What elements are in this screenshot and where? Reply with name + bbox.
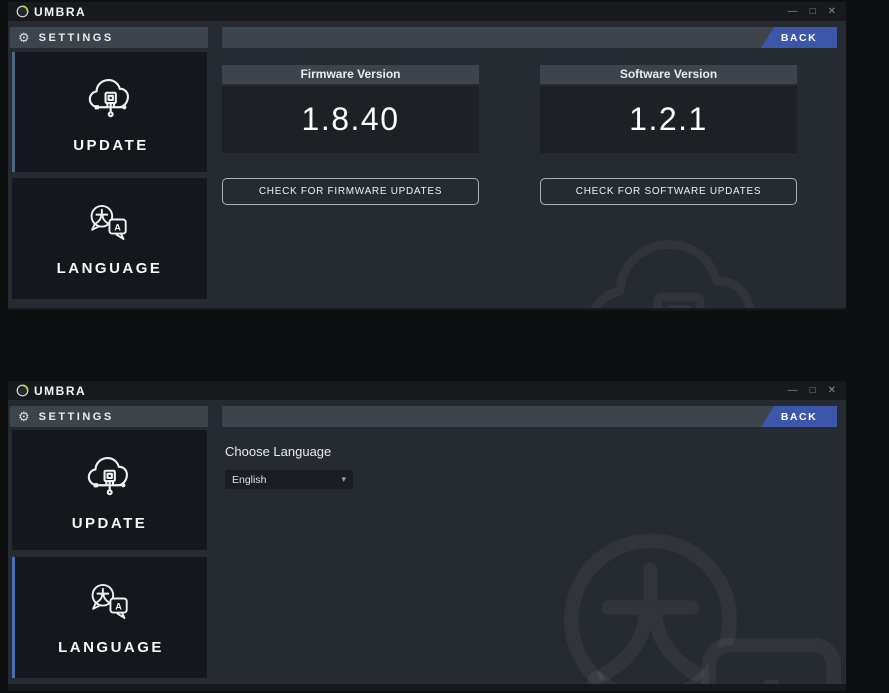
window-settings-language: UMBRA — □ ✕ A ⚙ SETTINGS BACK <box>8 381 846 691</box>
minimize-icon[interactable]: — <box>788 385 798 396</box>
umbra-logo-icon <box>16 384 29 397</box>
check-firmware-updates-button[interactable]: CHECK FOR FIRMWARE UPDATES <box>222 178 479 205</box>
language-watermark-icon: A <box>564 533 842 689</box>
back-button[interactable]: BACK <box>761 406 837 427</box>
settings-header: ⚙ SETTINGS <box>10 406 208 427</box>
minimize-icon[interactable]: — <box>788 6 798 17</box>
software-version-header: Software Version <box>540 65 797 84</box>
toolbar: BACK <box>222 406 837 427</box>
sidebar-item-update[interactable]: UPDATE <box>12 52 207 172</box>
cloud-update-icon <box>87 456 128 495</box>
svg-text:A: A <box>115 601 122 611</box>
language-dropdown[interactable]: English ▾ <box>225 470 353 489</box>
app-logo: UMBRA <box>16 384 86 398</box>
firmware-version-panel: 1.8.40 <box>222 86 479 153</box>
window-controls: — □ ✕ <box>788 385 836 396</box>
umbra-logo-icon <box>16 5 29 18</box>
choose-language-label: Choose Language <box>225 444 332 459</box>
sidebar-item-language[interactable]: A LANGUAGE <box>12 557 207 678</box>
language-icon: A <box>91 584 128 619</box>
window-body: A ⚙ SETTINGS BACK UPDATE <box>8 400 846 689</box>
cloud-update-icon <box>88 78 129 117</box>
software-version-panel: 1.2.1 <box>540 86 797 153</box>
titlebar[interactable]: UMBRA — □ ✕ <box>8 381 846 400</box>
app-logo: UMBRA <box>16 5 86 19</box>
firmware-version-value: 1.8.40 <box>301 101 400 137</box>
gear-icon: ⚙ <box>18 409 30 424</box>
sidebar-item-label: LANGUAGE <box>58 639 164 656</box>
language-dropdown-value: English <box>232 473 267 486</box>
sidebar-item-update[interactable]: UPDATE <box>12 430 207 550</box>
language-icon: A <box>90 205 127 240</box>
app-title: UMBRA <box>34 4 87 19</box>
window-settings-update: UMBRA — □ ✕ ⚙ SETTINGS BACK UPDATE A LAN… <box>8 2 846 310</box>
software-version-value: 1.2.1 <box>629 101 708 137</box>
sidebar-item-label: UPDATE <box>73 136 149 154</box>
check-software-updates-button[interactable]: CHECK FOR SOFTWARE UPDATES <box>540 178 797 205</box>
settings-header: ⚙ SETTINGS <box>10 27 208 48</box>
svg-text:A: A <box>114 222 121 232</box>
window-body: ⚙ SETTINGS BACK UPDATE A LANGUAGE Firmwa… <box>8 21 846 308</box>
window-controls: — □ ✕ <box>788 6 836 17</box>
close-icon[interactable]: ✕ <box>828 6 836 17</box>
window-bottom-edge <box>8 684 846 689</box>
settings-header-label: SETTINGS <box>38 410 114 423</box>
app-title: UMBRA <box>34 383 87 398</box>
settings-header-label: SETTINGS <box>38 31 114 44</box>
sidebar-item-language[interactable]: A LANGUAGE <box>12 178 207 299</box>
close-icon[interactable]: ✕ <box>828 385 836 396</box>
chevron-down-icon: ▾ <box>341 474 346 484</box>
sidebar-item-label: UPDATE <box>71 514 148 532</box>
firmware-version-header: Firmware Version <box>222 65 479 84</box>
maximize-icon[interactable]: □ <box>810 6 816 17</box>
software-column: Software Version 1.2.1 CHECK FOR SOFTWAR… <box>540 21 797 308</box>
titlebar[interactable]: UMBRA — □ ✕ <box>8 2 846 21</box>
gear-icon: ⚙ <box>18 30 30 45</box>
sidebar-item-label: LANGUAGE <box>56 260 163 277</box>
maximize-icon[interactable]: □ <box>810 385 816 396</box>
firmware-column: Firmware Version 1.8.40 CHECK FOR FIRMWA… <box>222 21 479 308</box>
